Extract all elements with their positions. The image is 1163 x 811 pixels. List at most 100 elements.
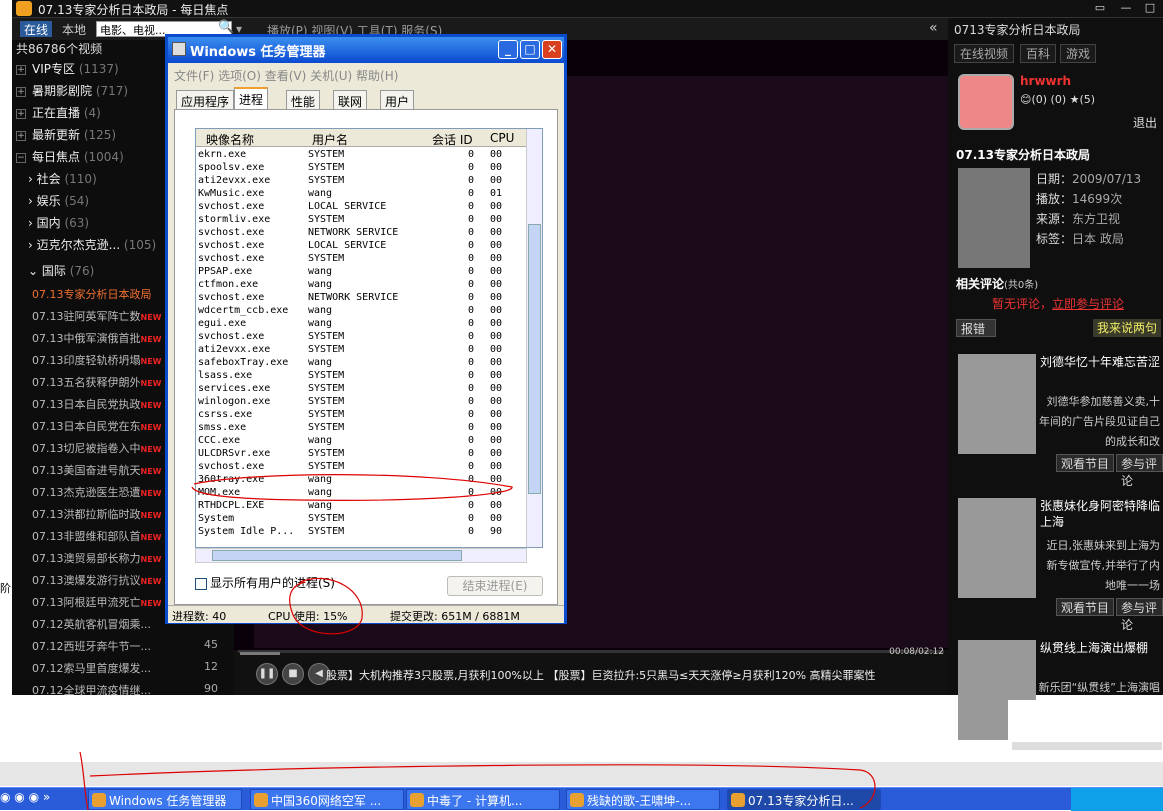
tab-local[interactable]: 本地	[58, 21, 90, 37]
process-row[interactable]: stormliv.exe SYSTEM 0 00	[196, 213, 526, 226]
process-row[interactable]: svchost.exe NETWORK SERVICE 0 00	[196, 291, 526, 304]
process-row[interactable]: ati2evxx.exe SYSTEM 0 00	[196, 174, 526, 187]
process-row[interactable]: svchost.exe SYSTEM 0 00	[196, 460, 526, 473]
process-row[interactable]: ctfmon.exe wang 0 00	[196, 278, 526, 291]
tab-performance[interactable]: 性能	[286, 90, 321, 110]
quicklaunch-icons[interactable]: ◉ ◉ ◉ »	[0, 790, 60, 809]
process-row[interactable]: spoolsv.exe SYSTEM 0 00	[196, 161, 526, 174]
pause-button[interactable]: ❚❚	[256, 663, 278, 685]
process-row[interactable]: csrss.exe SYSTEM 0 00	[196, 408, 526, 421]
watch-button[interactable]: 观看节目	[1056, 454, 1115, 472]
recommendation-title[interactable]: 张惠妹化身阿密特降临上海	[1040, 498, 1160, 530]
show-all-users-checkbox[interactable]: 显示所有用户的进程(S)	[195, 574, 335, 591]
window-icon	[410, 793, 424, 807]
col-session-id[interactable]: 会话 ID	[432, 131, 473, 148]
expand-toggle-icon[interactable]: +	[16, 64, 26, 75]
taskbar-item[interactable]: 中毒了 - 计算机...	[406, 789, 560, 810]
tab-users[interactable]: 用户	[380, 90, 415, 110]
tab-processes[interactable]: 进程	[234, 87, 269, 110]
process-row[interactable]: svchost.exe SYSTEM 0 00	[196, 330, 526, 343]
search-icon[interactable]: 🔍	[218, 20, 234, 35]
logout-link[interactable]: 退出	[1133, 114, 1157, 131]
watch-button[interactable]: 观看节目	[1056, 598, 1115, 616]
video-list-item[interactable]: 07.12索马里首度爆发... 12	[32, 660, 232, 682]
tm-minimize-button[interactable]: _	[498, 40, 518, 59]
tab-networking[interactable]: 联网	[333, 90, 368, 110]
process-row[interactable]: svchost.exe LOCAL SERVICE 0 00	[196, 239, 526, 252]
tab-online-video[interactable]: 在线视频	[954, 44, 1015, 63]
news-ticker[interactable]: 股票】大机构推荐3只股票,月获利100%以上 【股票】巨资拉升:5只黑马≤天天涨…	[326, 667, 938, 683]
process-row[interactable]: egui.exe wang 0 00	[196, 317, 526, 330]
process-row[interactable]: safeboxTray.exe wang 0 00	[196, 356, 526, 369]
say-button[interactable]: 我来说两句	[1092, 319, 1161, 337]
horizontal-scrollbar[interactable]	[195, 548, 527, 563]
tab-online[interactable]: 在线	[20, 21, 53, 37]
recommendation-title[interactable]: 刘德华忆十年难忘苦涩	[1040, 354, 1160, 370]
expand-toggle-icon[interactable]: +	[16, 108, 26, 119]
expand-toggle-icon[interactable]: +	[16, 86, 26, 97]
video-list-item[interactable]: 07.12全球甲流疫情继... 90	[32, 682, 232, 704]
join-comment-button[interactable]: 参与评论	[1116, 454, 1163, 488]
col-cpu[interactable]: CPU	[490, 131, 514, 145]
collapse-panel-button[interactable]: «	[929, 20, 938, 36]
process-list[interactable]: 映像名称 用户名 会话 ID CPU ekrn.exe SYSTEM 0 00 spoo…	[195, 128, 543, 548]
process-row[interactable]: smss.exe SYSTEM 0 00	[196, 421, 526, 434]
video-title: 07.12西班牙奔牛节一...	[32, 640, 151, 653]
process-row[interactable]: KwMusic.exe wang 0 01	[196, 187, 526, 200]
process-row[interactable]: ULCDRSvr.exe SYSTEM 0 00	[196, 447, 526, 460]
process-row[interactable]: lsass.exe SYSTEM 0 00	[196, 369, 526, 382]
process-row[interactable]: svchost.exe NETWORK SERVICE 0 00	[196, 226, 526, 239]
minimize-button[interactable]: —	[1115, 1, 1137, 16]
meta-value: 14699次	[1072, 192, 1123, 206]
process-row[interactable]: wdcertm_ccb.exe wang 0 00	[196, 304, 526, 317]
process-row[interactable]: PPSAP.exe wang 0 00	[196, 265, 526, 278]
report-button[interactable]: 报错	[956, 319, 996, 337]
expand-toggle-icon[interactable]: +	[16, 130, 26, 141]
tab-baike[interactable]: 百科	[1020, 44, 1057, 63]
col-image-name[interactable]: 映像名称	[206, 131, 254, 148]
seek-bar[interactable]	[238, 650, 944, 653]
mini-mode-icon[interactable]: ▭	[1089, 1, 1111, 16]
process-row[interactable]: ekrn.exe SYSTEM 0 00	[196, 148, 526, 161]
tab-games[interactable]: 游戏	[1060, 44, 1097, 63]
taskbar-item[interactable]: 残缺的歌-王啸坤-...	[566, 789, 720, 810]
process-row[interactable]: CCC.exe wang 0 00	[196, 434, 526, 447]
scroll-thumb[interactable]	[528, 224, 541, 494]
process-row[interactable]: System SYSTEM 0 00	[196, 512, 526, 525]
tab-applications[interactable]: 应用程序	[176, 90, 235, 110]
avatar[interactable]	[958, 74, 1014, 130]
recommendation-title[interactable]: 纵贯线上海演出爆棚	[1040, 640, 1160, 656]
quicklaunch-strip	[0, 762, 1163, 786]
process-row[interactable]: 360tray.exe wang 0 00	[196, 473, 526, 486]
tm-close-button[interactable]: ✕	[542, 40, 562, 59]
category-count: (1004)	[83, 150, 124, 164]
process-row[interactable]: ati2evxx.exe SYSTEM 0 00	[196, 343, 526, 356]
taskbar-item[interactable]: 07.13专家分析日...	[727, 789, 881, 810]
process-row[interactable]: svchost.exe LOCAL SERVICE 0 00	[196, 200, 526, 213]
stop-button[interactable]: ■	[282, 663, 304, 685]
video-list-item[interactable]: 07.12西班牙奔牛节一... 45	[32, 638, 232, 660]
maximize-button[interactable]: □	[1139, 1, 1161, 16]
process-row[interactable]: winlogon.exe SYSTEM 0 00	[196, 395, 526, 408]
process-row[interactable]: RTHDCPL.EXE wang 0 00	[196, 499, 526, 512]
process-row[interactable]: svchost.exe SYSTEM 0 00	[196, 252, 526, 265]
recommendation-thumbnail[interactable]	[958, 354, 1036, 454]
tm-maximize-button[interactable]: □	[520, 40, 540, 59]
process-row[interactable]: System Idle P... SYSTEM 0 90	[196, 525, 526, 538]
process-row[interactable]: services.exe SYSTEM 0 00	[196, 382, 526, 395]
hscroll-thumb[interactable]	[212, 550, 462, 561]
recommendation-thumbnail[interactable]	[958, 498, 1036, 598]
volume-bar[interactable]	[240, 652, 280, 655]
tm-menu[interactable]: 文件(F) 选项(O) 查看(V) 关机(U) 帮助(H)	[174, 67, 398, 84]
taskbar-item[interactable]: 中国360网络空军 ...	[250, 789, 404, 810]
col-username[interactable]: 用户名	[312, 131, 348, 148]
expand-toggle-icon[interactable]: −	[16, 152, 26, 163]
process-row[interactable]: MOM.exe wang 0 00	[196, 486, 526, 499]
end-process-button[interactable]: 结束进程(E)	[447, 576, 543, 596]
system-tray[interactable]	[1071, 788, 1163, 811]
username[interactable]: hrwwrh	[1020, 74, 1071, 88]
taskbar-item[interactable]: Windows 任务管理器	[88, 789, 242, 810]
comment-link[interactable]: 立即参与评论	[1052, 297, 1124, 311]
vertical-scrollbar[interactable]	[526, 129, 542, 547]
join-comment-button[interactable]: 参与评论	[1116, 598, 1163, 632]
